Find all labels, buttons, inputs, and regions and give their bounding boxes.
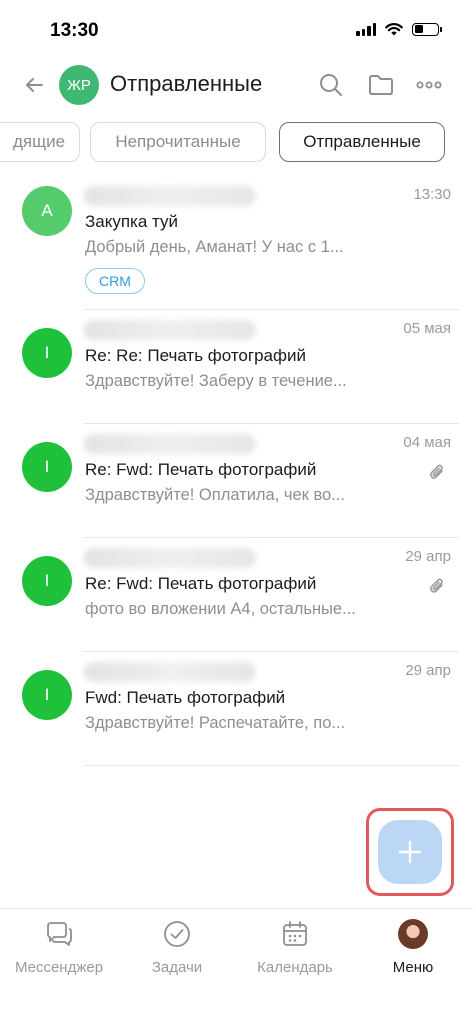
header: ЖР Отправленные (0, 60, 473, 110)
attachment-icon (429, 464, 443, 479)
filter-chip-sent[interactable]: Отправленные (279, 122, 445, 162)
filter-chips: дящие Непрочитанные Отправленные (0, 120, 473, 166)
sender-avatar: I (22, 670, 72, 720)
bottom-nav: Мессенджер Задачи Календарь Меню (0, 908, 473, 1024)
calendar-icon (283, 921, 307, 946)
list-item[interactable]: I 05 мая Re: Re: Печать фотографий Здрав… (0, 310, 473, 424)
nav-tasks[interactable]: Задачи (118, 919, 236, 989)
message-subject: Re: Fwd: Печать фотографий (85, 460, 317, 479)
message-subject: Закупка туй (85, 212, 179, 231)
filter-chip-partial[interactable]: дящие (0, 122, 80, 162)
message-preview: фото во вложении А4, остальные... (85, 600, 356, 618)
message-subject: Re: Re: Печать фотографий (85, 346, 306, 365)
messenger-icon (47, 922, 72, 946)
message-date: 13:30 (413, 186, 451, 203)
nav-calendar[interactable]: Календарь (236, 919, 354, 989)
nav-label: Мессенджер (14, 959, 104, 976)
battery-icon (412, 22, 442, 36)
message-date: 29 апр (405, 548, 451, 565)
nav-label: Календарь (257, 959, 333, 976)
message-preview: Здравствуйте! Заберу в течение... (85, 372, 347, 390)
message-date: 04 мая (403, 434, 451, 451)
list-item[interactable]: I 04 мая Re: Fwd: Печать фотографий Здра… (0, 424, 473, 538)
message-preview: Здравствуйте! Оплатила, чек во... (85, 486, 345, 504)
wifi-icon (385, 23, 403, 36)
nav-label: Задачи (151, 959, 203, 976)
compose-button[interactable] (378, 820, 442, 884)
page-title: Отправленные (110, 71, 263, 96)
sender-name-blurred (84, 320, 256, 340)
attachment-icon (429, 578, 443, 593)
message-preview: Здравствуйте! Распечатайте, по... (85, 714, 346, 732)
message-subject: Fwd: Печать фотографий (85, 688, 286, 707)
message-date: 05 мая (403, 320, 451, 337)
list-item[interactable]: A 13:30 Закупка туй Добрый день, Аманат!… (0, 176, 473, 310)
list-item[interactable]: I 29 апр Re: Fwd: Печать фотографий фото… (0, 538, 473, 652)
message-date: 29 апр (405, 662, 451, 679)
sender-avatar: I (22, 328, 72, 378)
nav-menu[interactable]: Меню (354, 919, 472, 989)
sender-name-blurred (84, 662, 256, 682)
user-avatar (398, 919, 428, 949)
filter-chip-unread[interactable]: Непрочитанные (90, 122, 266, 162)
list-item[interactable]: I 29 апр Fwd: Печать фотографий Здравств… (0, 652, 473, 766)
search-icon[interactable] (317, 71, 345, 99)
nav-messenger[interactable]: Мессенджер (0, 919, 118, 989)
sender-avatar: I (22, 556, 72, 606)
message-list: A 13:30 Закупка туй Добрый день, Аманат!… (0, 176, 473, 766)
crm-badge: CRM (85, 268, 145, 294)
sender-name-blurred (84, 186, 256, 206)
sender-name-blurred (84, 548, 256, 568)
sender-name-blurred (84, 434, 256, 454)
status-icons (356, 22, 442, 36)
back-arrow-icon[interactable] (20, 71, 48, 99)
sender-avatar: A (22, 186, 72, 236)
fab-highlight-frame (366, 808, 454, 896)
account-avatar[interactable]: ЖР (59, 65, 99, 105)
more-icon[interactable] (415, 71, 443, 99)
cellular-signal-icon (356, 22, 376, 36)
sender-avatar: I (22, 442, 72, 492)
nav-label: Меню (392, 959, 434, 976)
message-preview: Добрый день, Аманат! У нас с 1... (85, 238, 344, 256)
status-bar: 13:30 (0, 0, 473, 56)
plus-icon (398, 840, 422, 864)
message-subject: Re: Fwd: Печать фотографий (85, 574, 317, 593)
status-time: 13:30 (50, 20, 99, 41)
tasks-check-icon (164, 921, 190, 947)
folder-icon[interactable] (367, 71, 395, 99)
